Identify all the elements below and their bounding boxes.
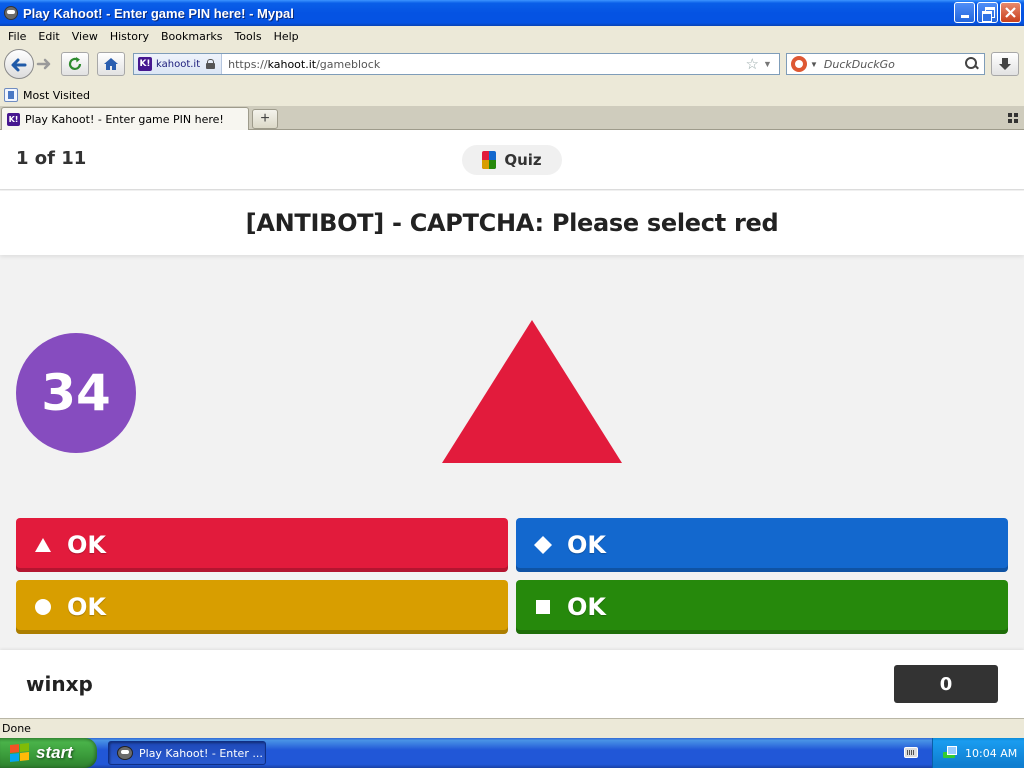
player-footer: winxp 0 <box>0 650 1024 718</box>
back-arrow-icon <box>11 58 27 72</box>
bookmark-most-visited[interactable]: Most Visited <box>23 89 90 102</box>
answer-red-triangle-button[interactable]: OK <box>16 518 508 572</box>
window-titlebar[interactable]: Play Kahoot! - Enter game PIN here! - My… <box>0 0 1024 26</box>
minimize-icon <box>955 3 974 22</box>
home-icon <box>104 58 118 70</box>
answer-label: OK <box>67 531 106 559</box>
kahoot-favicon: K! <box>138 57 152 71</box>
home-button[interactable] <box>97 52 125 76</box>
taskbar-item-label: Play Kahoot! - Enter ... <box>139 746 263 760</box>
close-icon <box>1001 3 1020 22</box>
square-icon <box>534 598 552 616</box>
bookmark-folder-icon <box>4 88 18 102</box>
question-banner: [ANTIBOT] - CAPTCHA: Please select red <box>0 191 1024 255</box>
url-scheme: https:// <box>228 57 268 71</box>
new-tab-button[interactable]: + <box>252 109 278 129</box>
countdown-timer: 34 <box>16 333 136 453</box>
navigation-toolbar: K! kahoot.it https://kahoot.it/gameblock… <box>0 46 1024 84</box>
game-top-bar: 1 of 11 Quiz <box>0 130 1024 190</box>
triangle-icon <box>34 536 52 554</box>
menu-bookmarks[interactable]: Bookmarks <box>155 30 228 43</box>
restore-icon <box>978 3 997 22</box>
tab-favicon: K! <box>7 112 20 126</box>
kahoot-gameblock-page: 1 of 11 Quiz [ANTIBOT] - CAPTCHA: Please… <box>0 130 1024 718</box>
answer-yellow-circle-button[interactable]: OK <box>16 580 508 634</box>
search-bar[interactable]: ▼ DuckDuckGo <box>786 53 985 75</box>
mypal-app-icon <box>4 6 18 20</box>
network-tray-icon[interactable] <box>943 746 957 760</box>
question-text: [ANTIBOT] - CAPTCHA: Please select red <box>245 209 779 237</box>
search-engine-dropdown-icon[interactable]: ▼ <box>810 60 818 69</box>
windows-logo-icon <box>10 743 30 763</box>
player-nickname: winxp <box>26 672 93 696</box>
bookmark-star-icon[interactable]: ☆ <box>746 55 759 73</box>
download-arrow-icon <box>999 58 1011 70</box>
circle-icon <box>34 598 52 616</box>
restore-button[interactable] <box>977 2 998 23</box>
red-triangle-shape <box>442 320 622 463</box>
tab-label: Play Kahoot! - Enter game PIN here! <box>25 112 224 126</box>
keyboard-icon[interactable] <box>904 747 918 758</box>
answer-label: OK <box>567 593 606 621</box>
taskbar-item-mypal[interactable]: Play Kahoot! - Enter ... <box>108 741 266 765</box>
url-path: /gameblock <box>316 57 381 71</box>
menu-help[interactable]: Help <box>268 30 305 43</box>
bookmarks-toolbar: Most Visited <box>0 84 1024 106</box>
status-text: Done <box>2 722 31 735</box>
reload-button[interactable] <box>61 52 89 76</box>
duckduckgo-icon[interactable] <box>791 56 807 72</box>
menu-edit[interactable]: Edit <box>32 30 65 43</box>
url-history-dropdown-icon[interactable]: ▼ <box>763 59 775 69</box>
quiz-mode-label: Quiz <box>504 151 542 169</box>
forward-arrow-icon <box>36 58 51 70</box>
mypal-app-icon <box>117 746 133 760</box>
reload-icon <box>68 57 82 70</box>
window-title: Play Kahoot! - Enter game PIN here! - My… <box>23 5 294 21</box>
start-button[interactable]: start <box>0 738 97 768</box>
site-identity-button[interactable]: K! kahoot.it <box>134 54 223 74</box>
quiz-mode-badge: Quiz <box>462 145 562 175</box>
downloads-button[interactable] <box>991 52 1019 76</box>
menu-bar: File Edit View History Bookmarks Tools H… <box>0 26 1024 46</box>
search-input[interactable]: DuckDuckGo <box>824 58 965 71</box>
start-label: start <box>36 743 73 762</box>
answer-green-square-button[interactable]: OK <box>516 580 1008 634</box>
minimize-button[interactable] <box>954 2 975 23</box>
window-controls <box>954 2 1021 23</box>
answer-label: OK <box>67 593 106 621</box>
clock[interactable]: 10:04 AM <box>965 747 1017 760</box>
lock-icon <box>206 59 216 69</box>
question-counter: 1 of 11 <box>16 148 87 169</box>
windows-taskbar: start Play Kahoot! - Enter ... 10:04 AM <box>0 738 1024 768</box>
menu-view[interactable]: View <box>66 30 104 43</box>
menu-tools[interactable]: Tools <box>228 30 267 43</box>
menu-history[interactable]: History <box>104 30 155 43</box>
tab-strip: K! Play Kahoot! - Enter game PIN here! + <box>0 106 1024 130</box>
site-identity-label: kahoot.it <box>156 58 201 70</box>
list-all-tabs-icon[interactable] <box>1008 113 1018 123</box>
player-score: 0 <box>894 665 998 703</box>
tab-kahoot[interactable]: K! Play Kahoot! - Enter game PIN here! <box>1 107 249 130</box>
address-bar[interactable]: K! kahoot.it https://kahoot.it/gameblock… <box>133 53 780 75</box>
menu-file[interactable]: File <box>2 30 32 43</box>
system-tray: 10:04 AM <box>932 738 1024 768</box>
answer-label: OK <box>567 531 606 559</box>
close-button[interactable] <box>1000 2 1021 23</box>
url-text[interactable]: https://kahoot.it/gameblock <box>228 58 745 71</box>
answer-blue-diamond-button[interactable]: OK <box>516 518 1008 572</box>
forward-button[interactable] <box>34 54 56 74</box>
search-icon[interactable] <box>965 57 979 71</box>
diamond-icon <box>534 536 552 554</box>
back-button[interactable] <box>4 49 34 79</box>
quiz-icon <box>482 151 497 169</box>
url-host: kahoot.it <box>267 57 317 71</box>
browser-status-bar: Done <box>0 718 1024 738</box>
